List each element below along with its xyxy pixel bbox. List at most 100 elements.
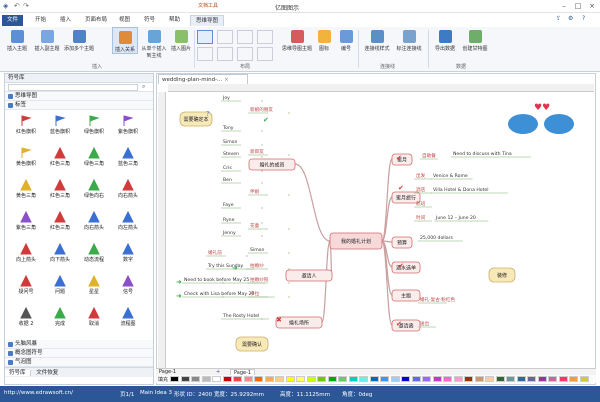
leaf-topic[interactable]: 婚礼·复古·粉红色: [420, 296, 455, 303]
undo-icon[interactable]: ↶: [14, 2, 20, 10]
tab-file-recovery[interactable]: 文件恢复: [32, 370, 62, 376]
insert-main-button[interactable]: 从单个插入到主线: [140, 27, 168, 59]
shape-item[interactable]: 向右箭头: [79, 210, 109, 232]
tab-page-layout[interactable]: 页面布局: [80, 15, 112, 26]
branch-topic[interactable]: 主题: [391, 289, 421, 302]
shape-item[interactable]: 蓝色旗帜: [45, 114, 75, 136]
leaf-topic[interactable]: 送出: [420, 320, 430, 327]
leaf-topic[interactable]: Faye: [223, 202, 234, 208]
layout-option-6[interactable]: [217, 47, 233, 61]
shape-item[interactable]: 绿色三角: [79, 146, 109, 168]
shape-item[interactable]: 问题: [45, 274, 75, 296]
share-icon[interactable]: ⇪: [556, 15, 561, 22]
branch-topic[interactable]: 酒水选单: [391, 261, 421, 274]
shape-item[interactable]: 信号: [113, 274, 143, 296]
leaf-topic[interactable]: 航班: [416, 200, 426, 207]
shape-item[interactable]: 流程图: [113, 306, 143, 328]
color-swatch[interactable]: [558, 376, 568, 382]
status-url[interactable]: http://www.edrawsoft.cn/: [4, 390, 73, 396]
color-swatch[interactable]: [201, 376, 211, 382]
tab-insert[interactable]: 插入: [55, 15, 76, 26]
layout-option-7[interactable]: [237, 47, 253, 61]
color-swatch[interactable]: [569, 376, 578, 382]
color-swatch[interactable]: [348, 376, 358, 382]
color-swatch[interactable]: [506, 376, 515, 382]
shape-item[interactable]: 向下箭头: [45, 242, 75, 264]
tab-home[interactable]: 开始: [30, 15, 51, 26]
leaf-topic[interactable]: 出发: [416, 172, 426, 179]
category-brainstorm[interactable]: 头脑风暴: [5, 340, 153, 349]
search-input[interactable]: [8, 84, 138, 91]
callout-note[interactable]: 装修: [488, 267, 516, 283]
shape-item[interactable]: 蓝色三角: [113, 146, 143, 168]
shape-item[interactable]: 紫色三角: [11, 210, 41, 232]
color-swatch[interactable]: [516, 376, 526, 382]
color-swatch[interactable]: [411, 376, 421, 382]
color-swatch[interactable]: [285, 376, 295, 382]
leaf-topic[interactable]: The Rosty Hotel: [222, 313, 259, 319]
shape-item[interactable]: 紫色旗帜: [113, 114, 143, 136]
shape-item[interactable]: 黄色三角: [11, 178, 41, 200]
color-swatch[interactable]: [191, 376, 200, 382]
tab-file[interactable]: 文件: [2, 15, 24, 26]
category-flags[interactable]: 标签: [5, 101, 153, 110]
color-swatch[interactable]: [380, 376, 389, 382]
color-swatch[interactable]: [243, 376, 253, 382]
leaf-topic[interactable]: Venice & Rome: [433, 173, 468, 179]
tab-mindmap[interactable]: 思维导图: [190, 15, 225, 26]
leaf-topic[interactable]: Simon: [250, 247, 264, 253]
leaf-topic[interactable]: 新娘的朋友: [250, 106, 273, 113]
minimize-button[interactable]: –: [560, 2, 568, 10]
color-swatch[interactable]: [306, 376, 316, 382]
shape-item[interactable]: 红色三角: [45, 210, 75, 232]
leaf-topic[interactable]: Cris: [223, 165, 232, 171]
color-swatch[interactable]: [264, 376, 274, 382]
shape-item[interactable]: 红色三角: [45, 146, 75, 168]
shape-item[interactable]: 向上箭头: [11, 242, 41, 264]
shape-item[interactable]: 数字: [113, 242, 143, 264]
tab-view[interactable]: 视图: [114, 15, 135, 26]
insert-subtopic-button[interactable]: 插入副主题: [34, 27, 60, 52]
shape-item[interactable]: 星星: [79, 274, 109, 296]
leaf-topic[interactable]: Ben: [223, 177, 232, 183]
shape-item[interactable]: 向右箭头: [113, 178, 143, 200]
leaf-topic[interactable]: Need to discuss with Tina: [453, 151, 512, 157]
color-swatch[interactable]: [338, 376, 347, 382]
leaf-topic[interactable]: 伴娘: [250, 188, 260, 195]
color-swatch[interactable]: [254, 376, 263, 382]
close-button[interactable]: ×: [588, 2, 596, 10]
leaf-topic[interactable]: 时间: [416, 214, 426, 221]
leaf-topic[interactable]: 拍婚纱: [250, 262, 264, 269]
icon-button[interactable]: 图标: [314, 27, 334, 52]
shape-item[interactable]: 疑问号: [11, 274, 41, 296]
leaf-topic[interactable]: 婚礼前: [208, 249, 222, 256]
color-swatch[interactable]: [537, 376, 547, 382]
shape-item[interactable]: 绿色向右: [79, 178, 109, 200]
callout-note[interactable]: 需要确认: [235, 336, 269, 352]
maximize-button[interactable]: □: [574, 2, 582, 10]
document-tab[interactable]: wedding-plan-mind-... ×: [158, 74, 248, 84]
leaf-topic[interactable]: 自助餐: [422, 152, 436, 159]
color-swatch[interactable]: [548, 376, 557, 382]
shape-item[interactable]: 红色旗帜: [11, 114, 41, 136]
help-icon[interactable]: ?: [582, 15, 585, 22]
tab-help[interactable]: 帮助: [164, 15, 185, 26]
leaf-topic[interactable]: Steven: [223, 151, 239, 157]
export-data-button[interactable]: 导出数据: [432, 27, 458, 52]
color-swatch[interactable]: [233, 376, 242, 382]
tab-symbol-library[interactable]: 符号库: [5, 370, 31, 376]
leaf-topic[interactable]: 花童: [250, 222, 260, 229]
insert-image-button[interactable]: 插入图片: [168, 27, 194, 52]
layout-option-5[interactable]: [197, 47, 213, 61]
color-swatch[interactable]: [432, 376, 442, 382]
annotation-line-button[interactable]: 标注连接线: [394, 27, 424, 52]
color-swatch[interactable]: [474, 376, 484, 382]
shape-item[interactable]: 向左箭头: [113, 210, 143, 232]
leaf-topic[interactable]: Jenny: [222, 230, 236, 236]
branch-topic[interactable]: 婚礼场所: [275, 316, 323, 329]
color-swatch[interactable]: [359, 376, 368, 382]
color-swatch[interactable]: [390, 376, 400, 382]
redo-icon[interactable]: ↷: [23, 2, 29, 10]
leaf-topic[interactable]: 新郎友: [250, 148, 264, 155]
mindmap-theme-button[interactable]: 思维导图主题: [282, 27, 312, 52]
